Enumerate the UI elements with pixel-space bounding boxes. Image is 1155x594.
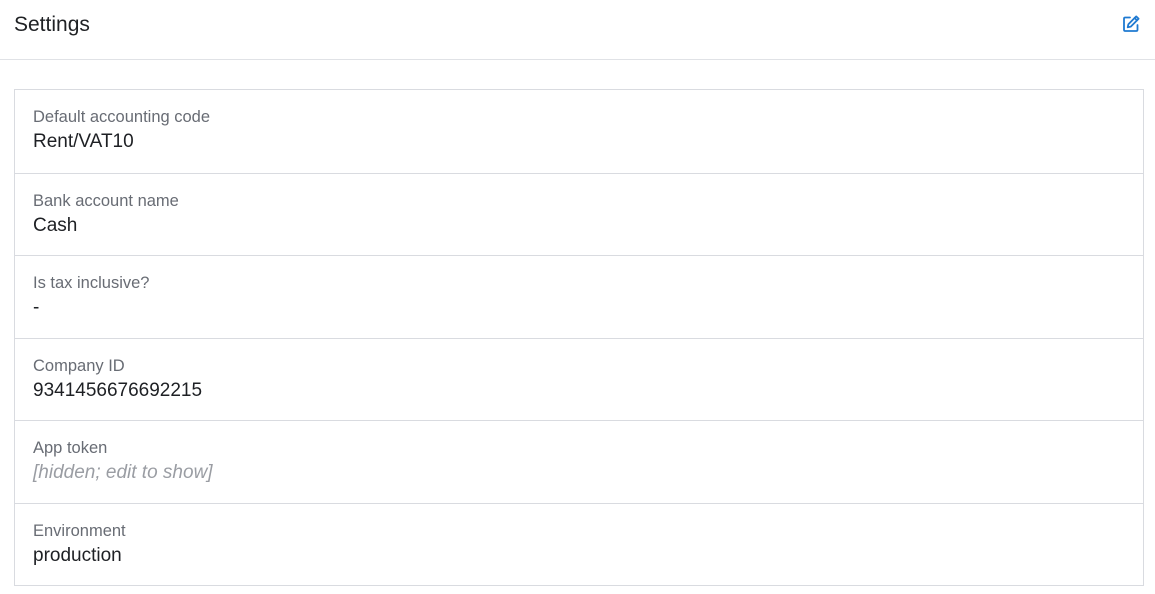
field-label: Is tax inclusive? [33,274,150,292]
field-value-hidden: [hidden; edit to show] [33,462,213,483]
edit-icon [1123,15,1140,32]
field-value: production [33,544,122,566]
field-app-token: App token [hidden; edit to show] [15,420,1143,503]
settings-panel: Default accounting code Rent/VAT10 Bank … [14,89,1144,586]
field-default-accounting-code: Default accounting code Rent/VAT10 [15,90,1143,173]
settings-header: Settings [0,0,1155,60]
field-company-id: Company ID 9341456676692215 [15,337,1143,421]
field-environment: Environment production [15,502,1143,586]
page-title: Settings [14,12,90,36]
field-label: Environment [33,521,126,540]
edit-button[interactable] [1120,13,1142,35]
field-label: App token [33,439,108,457]
field-value: 9341456676692215 [33,379,203,401]
field-value: Cash [33,214,78,236]
field-value: Rent/VAT10 [33,131,134,152]
field-bank-account-name: Bank account name Cash [15,172,1143,256]
field-label: Default accounting code [33,108,211,126]
field-value: - [33,297,40,318]
field-label: Bank account name [33,191,179,210]
field-label: Company ID [33,356,125,375]
field-is-tax-inclusive: Is tax inclusive? - [15,255,1143,338]
